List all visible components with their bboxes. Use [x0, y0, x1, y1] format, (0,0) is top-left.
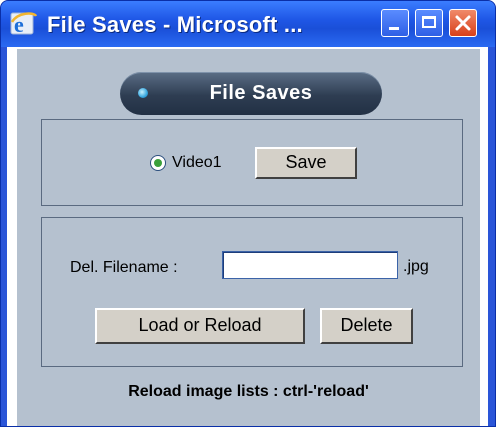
internet-explorer-icon: e: [10, 12, 38, 37]
del-filename-label: Del. Filename :: [70, 259, 178, 276]
maximize-icon: [422, 16, 436, 28]
close-button[interactable]: [449, 9, 477, 37]
maximize-button[interactable]: [415, 9, 443, 37]
minimize-icon: [389, 27, 399, 30]
delete-button[interactable]: Delete: [320, 308, 413, 344]
file-saves-panel: File Saves Video1 Save Del. Filename : .…: [17, 49, 480, 426]
content-area: File Saves Video1 Save Del. Filename : .…: [7, 47, 488, 426]
window-title: File Saves - Microsoft ...: [47, 12, 303, 37]
load-or-reload-button[interactable]: Load or Reload: [95, 308, 305, 344]
browser-window: e File Saves - Microsoft ... File Saves: [0, 0, 496, 427]
panel-header: File Saves: [120, 72, 382, 115]
save-button[interactable]: Save: [255, 147, 357, 179]
close-icon: [455, 15, 471, 31]
delete-section: Del. Filename : .jpg Load or Reload Dele…: [41, 217, 463, 367]
file-extension-label: .jpg: [403, 258, 429, 275]
reload-hint: Reload image lists : ctrl-'reload': [128, 383, 369, 400]
title-bar[interactable]: e File Saves - Microsoft ...: [1, 1, 495, 47]
minimize-button[interactable]: [381, 9, 409, 37]
video1-radio[interactable]: [150, 155, 166, 171]
save-section: Video1 Save: [41, 119, 463, 206]
radio-selected-dot: [154, 159, 162, 167]
panel-title: File Saves: [209, 82, 313, 104]
del-filename-input[interactable]: [222, 251, 398, 279]
video1-radio-label[interactable]: Video1: [172, 154, 222, 172]
